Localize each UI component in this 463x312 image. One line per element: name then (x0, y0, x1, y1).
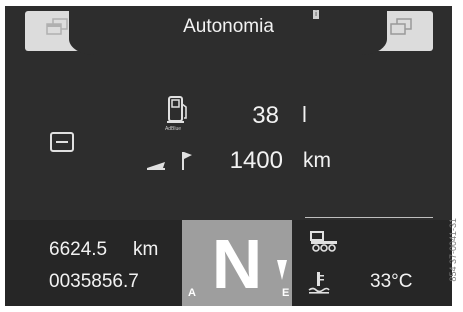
range-unit: km (303, 149, 331, 172)
trip-distance-value: 6624.5 (49, 239, 108, 260)
destination-flag-icon (147, 152, 192, 170)
page-title: Autonomia (183, 16, 274, 37)
fuel-pump-icon (167, 96, 187, 123)
odometer-value: 0035856.7 (49, 271, 139, 292)
down-arrow-icon (277, 260, 287, 280)
range-value: 1400 (229, 147, 283, 174)
reference-code: 854 37-0041-31 (448, 218, 458, 282)
thermometer-icon (308, 272, 330, 294)
gear-indicator: N A E (182, 220, 292, 306)
section-divider (305, 217, 433, 218)
fuel-value: 38 (252, 102, 279, 129)
temperature-value: 33°C (370, 271, 413, 292)
minus-bar (56, 141, 68, 143)
adblue-label: AdBlue (164, 126, 182, 132)
trip-distance-unit: km (133, 239, 159, 260)
fuel-unit: l (302, 102, 307, 127)
info-badge: i (313, 10, 319, 19)
gear-mode-a: A (188, 287, 196, 299)
display-screen: Autonomia i AdBlue 38 l 1400 km 6624.5 k… (5, 6, 452, 306)
gear-mode-e: E (282, 287, 290, 299)
trailer-icon (310, 231, 337, 252)
minus-box-icon[interactable] (50, 132, 74, 152)
